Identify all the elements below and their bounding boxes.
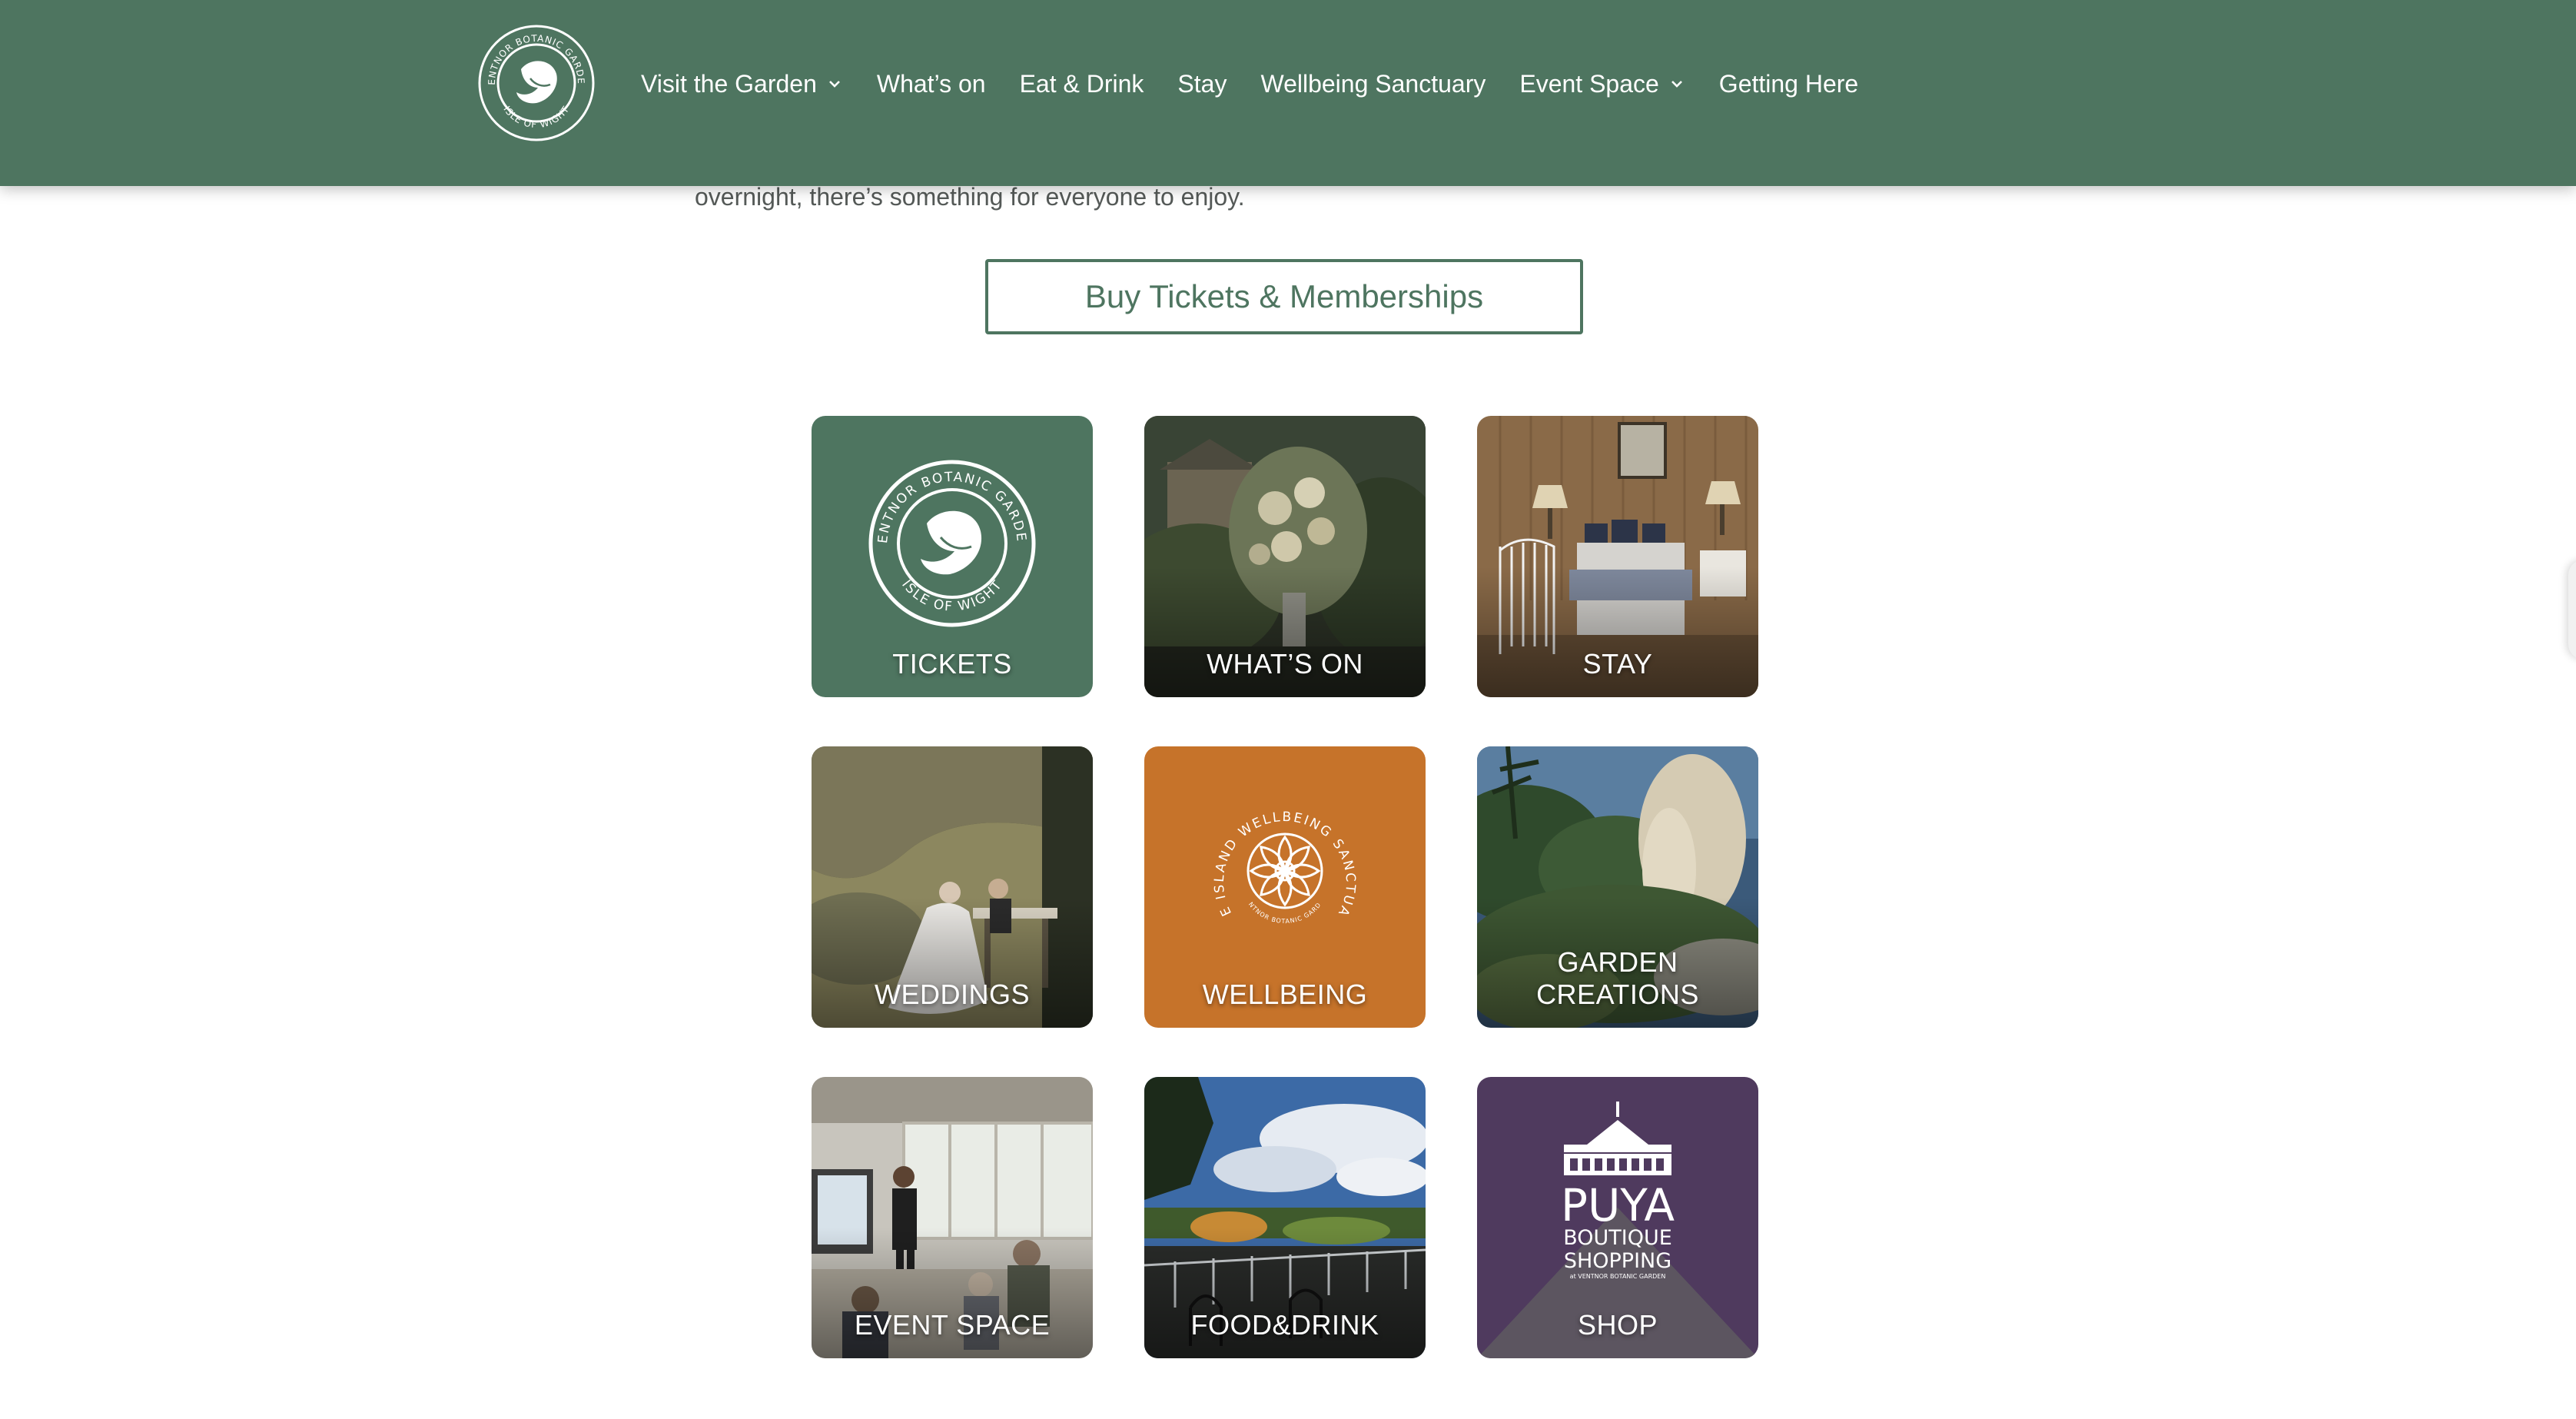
chevron-down-icon: [828, 81, 840, 88]
nav-wellbeing-sanctuary[interactable]: Wellbeing Sanctuary: [1260, 70, 1486, 98]
nav-label: Eat & Drink: [1019, 69, 1144, 98]
tile-shop[interactable]: PUYA BOUTIQUE SHOPPING at VENTNOR BOTANI…: [1477, 1077, 1758, 1358]
intro-text: overnight, there’s something for everyon…: [695, 183, 1245, 211]
nav-getting-here[interactable]: Getting Here: [1719, 70, 1858, 98]
tile-weddings[interactable]: WEDDINGS: [812, 746, 1093, 1028]
buy-tickets-button[interactable]: Buy Tickets & Memberships: [985, 259, 1583, 334]
puya-title: PUYA: [1561, 1179, 1675, 1231]
main-nav: Visit the Garden What’s on Eat & Drink S…: [641, 0, 1892, 168]
puya-line1: BOUTIQUE: [1563, 1226, 1672, 1250]
nav-whats-on[interactable]: What’s on: [877, 70, 986, 98]
nav-label: Visit the Garden: [641, 69, 817, 98]
tile-event-space[interactable]: EVENT SPACE: [812, 1077, 1093, 1358]
nav-eat-drink[interactable]: Eat & Drink: [1020, 70, 1144, 98]
chevron-down-icon: [1671, 81, 1682, 88]
tile-garden-creations[interactable]: GARDEN CREATIONS: [1477, 746, 1758, 1028]
tile-wellbeing[interactable]: THE ISLAND WELLBEING SANCTUARY VENTNOR B…: [1144, 746, 1426, 1028]
tile-label: WHAT’S ON: [1207, 648, 1363, 680]
svg-text:ISLE OF WIGHT: ISLE OF WIGHT: [501, 104, 571, 130]
tile-food-drink[interactable]: FOOD&DRINK: [1144, 1077, 1426, 1358]
tile-whats-on[interactable]: WHAT’S ON: [1144, 416, 1426, 697]
nav-label: What’s on: [876, 69, 986, 98]
nav-label: Stay: [1177, 69, 1227, 98]
nav-label: Getting Here: [1718, 69, 1859, 98]
nav-label: Wellbeing Sanctuary: [1260, 69, 1486, 98]
tile-stay[interactable]: STAY: [1477, 416, 1758, 697]
tile-label: EVENT SPACE: [854, 1309, 1051, 1341]
tile-label: WEDDINGS: [875, 979, 1030, 1010]
side-scroll-handle[interactable]: [2568, 560, 2576, 660]
nav-event-space[interactable]: Event Space: [1519, 70, 1685, 98]
site-header: VENTNOR BOTANIC GARDEN ISLE OF WIGHT Vis…: [0, 0, 2576, 186]
tile-label: GARDEN CREATIONS: [1536, 946, 1699, 1010]
nav-label: Event Space: [1519, 69, 1659, 98]
ventnor-logo[interactable]: VENTNOR BOTANIC GARDEN ISLE OF WIGHT: [476, 23, 596, 143]
tile-label: STAY: [1582, 648, 1653, 680]
puya-sub: at VENTNOR BOTANIC GARDEN: [1570, 1273, 1666, 1280]
tile-label: SHOP: [1577, 1309, 1658, 1341]
puya-line2: SHOPPING: [1564, 1249, 1671, 1273]
tile-tickets[interactable]: VENTNOR BOTANIC GARDEN ISLE OF WIGHT TIC…: [812, 416, 1093, 697]
tile-label: FOOD&DRINK: [1190, 1309, 1379, 1341]
nav-visit-the-garden[interactable]: Visit the Garden: [641, 70, 843, 98]
tile-label: WELLBEING: [1202, 979, 1368, 1010]
lily-emblem-icon: VENTNOR BOTANIC GARDEN ISLE OF WIGHT: [476, 23, 595, 141]
nav-stay[interactable]: Stay: [1177, 70, 1227, 98]
tile-label: TICKETS: [892, 648, 1012, 680]
